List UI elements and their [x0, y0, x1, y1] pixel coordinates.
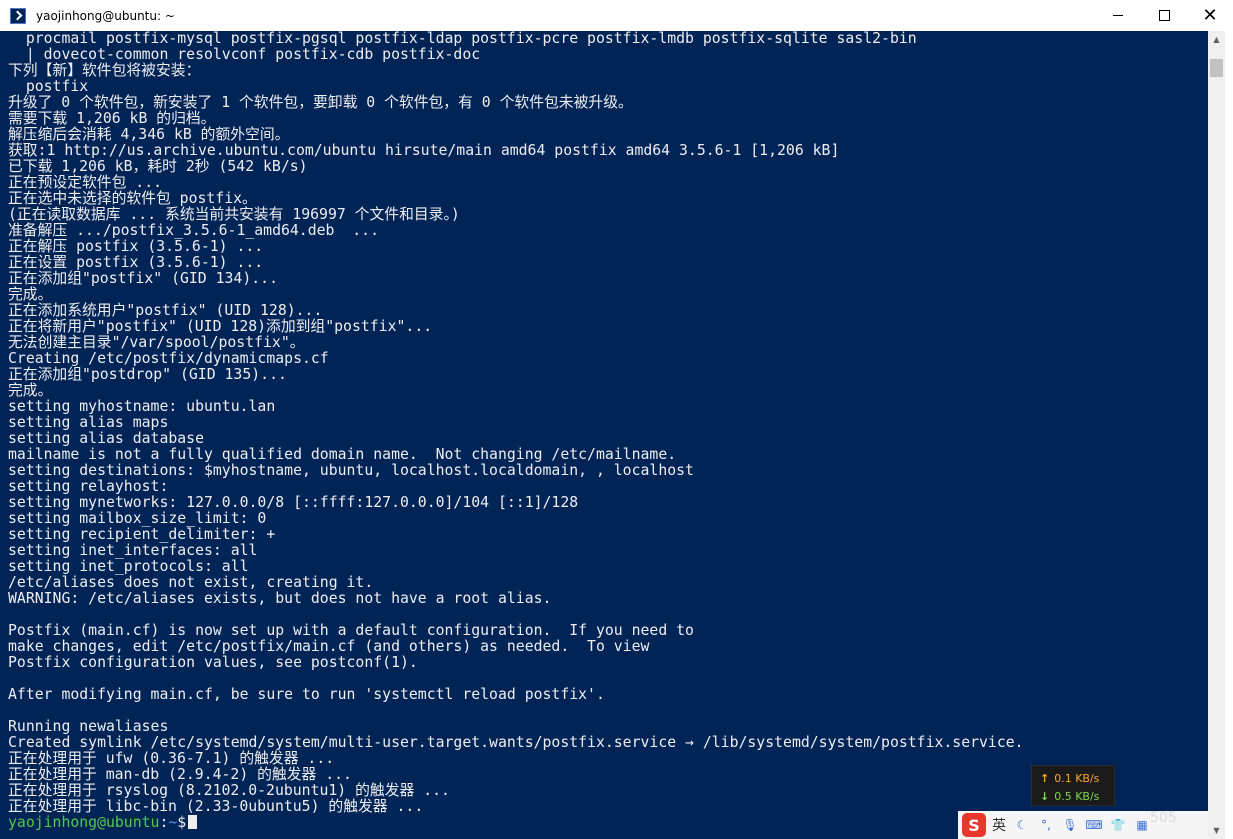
terminal-line: Creating /etc/postfix/dynamicmaps.cf [8, 350, 329, 367]
terminal-line: 正在添加系统用户"postfix" (UID 128)... [8, 302, 323, 319]
prompt-symbol: $ [177, 814, 187, 831]
terminal-line: 正在添加组"postfix" (GID 134)... [8, 270, 278, 287]
terminal-line: setting relayhost: [8, 478, 169, 495]
maximize-button[interactable] [1141, 0, 1187, 31]
download-speed-value: 0.5 KB/s [1054, 789, 1100, 803]
terminal-line: procmail postfix-mysql postfix-pgsql pos… [8, 31, 917, 47]
upload-speed-value: 0.1 KB/s [1054, 771, 1100, 785]
terminal-line: 下列【新】软件包将被安装： [8, 62, 201, 79]
prompt-user-host: yaojinhong@ubuntu [8, 814, 160, 831]
mic-icon[interactable]: 🎙 [1062, 817, 1078, 833]
terminal-line: setting recipient_delimiter: + [8, 526, 276, 543]
moon-icon[interactable]: ☾ [1014, 817, 1030, 833]
window-edge [1225, 31, 1233, 839]
terminal-line: 准备解压 .../postfix_3.5.6-1_amd64.deb ... [8, 222, 379, 239]
grid-icon[interactable]: ▦ [1134, 817, 1150, 833]
terminal-line: Postfix (main.cf) is now set up with a d… [8, 622, 694, 639]
terminal-line: 正在选中未选择的软件包 postfix。 [8, 190, 257, 207]
window-title: yaojinhong@ubuntu: ~ [36, 8, 175, 23]
terminal-line: 已下载 1,206 kB，耗时 2秒 (542 kB/s) [8, 158, 308, 175]
terminal-line: | dovecot-common resolvconf postfix-cdb … [8, 46, 481, 63]
terminal-line: setting mailbox_size_limit: 0 [8, 510, 267, 527]
terminal-line: (正在读取数据库 ... 系统当前共安装有 196997 个文件和目录。) [8, 206, 460, 223]
terminal-line: setting myhostname: ubuntu.lan [8, 398, 276, 415]
terminal-line: 正在解压 postfix (3.5.6-1) ... [8, 238, 264, 255]
watermark: 505 [1150, 810, 1177, 826]
terminal-line: Created symlink /etc/systemd/system/mult… [8, 734, 1024, 751]
terminal-line: mailname is not a fully qualified domain… [8, 446, 677, 463]
prompt-line[interactable]: yaojinhong@ubuntu:~$ [8, 815, 1024, 831]
terminal-line: After modifying main.cf, be sure to run … [8, 686, 605, 703]
download-speed: ↓ 0.5 KB/s [1032, 787, 1114, 805]
network-speed-widget: ↑ 0.1 KB/s ↓ 0.5 KB/s [1031, 765, 1115, 806]
terminal-line: Running newaliases [8, 718, 169, 735]
keyboard-icon[interactable]: ⌨ [1085, 817, 1102, 833]
terminal-line: 升级了 0 个软件包，新安装了 1 个软件包，要卸载 0 个软件包，有 0 个软… [8, 94, 633, 111]
terminal-line: setting mynetworks: 127.0.0.0/8 [::ffff:… [8, 494, 579, 511]
window-controls: ✕ [1095, 0, 1233, 31]
terminal-line: 获取:1 http://us.archive.ubuntu.com/ubuntu… [8, 142, 840, 159]
terminal-window: yaojinhong@ubuntu: ~ ✕ procmail postfix-… [0, 0, 1233, 839]
terminal-line: /etc/aliases does not exist, creating it… [8, 574, 374, 591]
terminal-line: 正在设置 postfix (3.5.6-1) ... [8, 254, 264, 271]
terminal-line: 需要下载 1,206 kB 的归档。 [8, 110, 216, 127]
terminal-line: WARNING: /etc/aliases exists, but does n… [8, 590, 552, 607]
terminal-line: 正在添加组"postdrop" (GID 135)... [8, 366, 287, 383]
text-cursor [188, 815, 198, 829]
terminal-line: setting alias database [8, 430, 204, 447]
terminal-line: 正在处理用于 ufw (0.36-7.1) 的触发器 ... [8, 750, 335, 767]
terminal-line: 正在处理用于 libc-bin (2.33-0ubuntu5) 的触发器 ... [8, 798, 424, 815]
terminal-line: 正在处理用于 man-db (2.9.4-2) 的触发器 ... [8, 766, 352, 783]
terminal-line: 正在处理用于 rsyslog (8.2102.0-2ubuntu1) 的触发器 … [8, 782, 450, 799]
download-arrow-icon: ↓ [1040, 789, 1050, 803]
comma-icon[interactable]: °, [1038, 817, 1054, 833]
close-button[interactable]: ✕ [1187, 0, 1233, 31]
terminal-line: setting inet_protocols: all [8, 558, 249, 575]
upload-arrow-icon: ↑ [1040, 771, 1050, 785]
terminal-line: postfix [8, 78, 89, 95]
terminal-line: 完成。 [8, 382, 53, 399]
terminal-lines: procmail postfix-mysql postfix-pgsql pos… [8, 31, 1024, 831]
upload-speed: ↑ 0.1 KB/s [1032, 769, 1114, 787]
terminal-line: 完成。 [8, 286, 53, 303]
minimize-button[interactable] [1095, 0, 1141, 31]
terminal-line: setting destinations: $myhostname, ubunt… [8, 462, 694, 479]
terminal-line: 正在将新用户"postfix" (UID 128)添加到组"postfix"..… [8, 318, 433, 335]
scroll-thumb[interactable] [1210, 59, 1223, 77]
prompt-path: ~ [168, 814, 178, 831]
shirt-icon[interactable]: 👕 [1110, 817, 1126, 833]
title-bar[interactable]: yaojinhong@ubuntu: ~ ✕ [0, 0, 1233, 31]
vertical-scrollbar[interactable]: ▲ ▼ [1208, 31, 1225, 839]
scroll-down-arrow-icon[interactable]: ▼ [1208, 822, 1225, 839]
terminal-line: Postfix configuration values, see postco… [8, 654, 418, 671]
terminal-line: 解压缩后会消耗 4,346 kB 的额外空间。 [8, 126, 290, 143]
terminal-line: 无法创建主目录"/var/spool/postfix"。 [8, 334, 305, 351]
scroll-up-arrow-icon[interactable]: ▲ [1208, 31, 1225, 48]
terminal-line: 正在预设定软件包 ... [8, 174, 163, 191]
terminal-output[interactable]: procmail postfix-mysql postfix-pgsql pos… [0, 31, 1208, 839]
terminal-line: make changes, edit /etc/postfix/main.cf … [8, 638, 650, 655]
powershell-icon [10, 7, 26, 24]
terminal-line: setting inet_interfaces: all [8, 542, 258, 559]
terminal-line: setting alias maps [8, 414, 169, 431]
ime-language-toggle[interactable]: 英 [992, 815, 1006, 835]
sogou-logo-icon[interactable]: S [962, 813, 986, 837]
